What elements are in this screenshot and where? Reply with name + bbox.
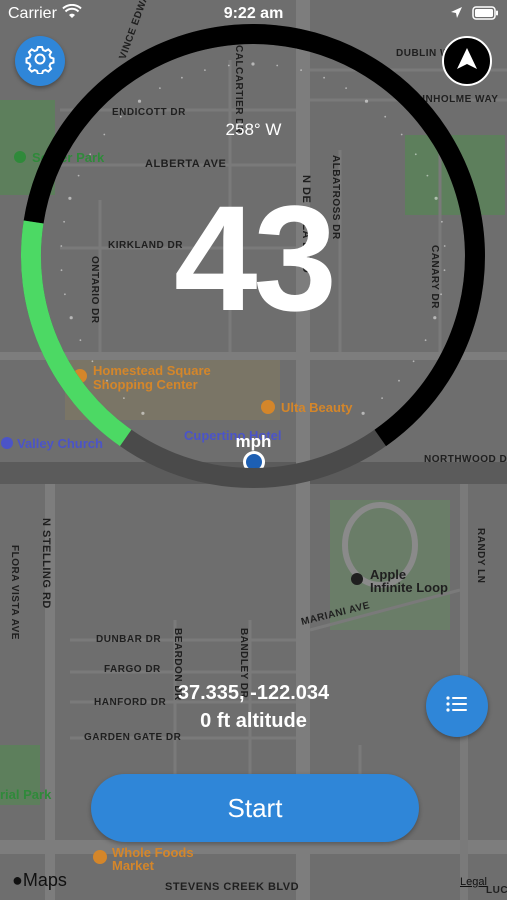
poi-label[interactable]: Market bbox=[112, 858, 155, 873]
speed-unit: mph bbox=[235, 432, 272, 451]
maps-label: Maps bbox=[22, 870, 67, 890]
navigation-arrow-icon bbox=[454, 46, 480, 77]
street-label: DUNBAR DR bbox=[96, 634, 161, 645]
list-icon bbox=[445, 694, 469, 719]
street-label: GARDEN GATE DR bbox=[84, 732, 182, 743]
legal-link[interactable]: Legal bbox=[460, 876, 487, 888]
maps-attribution: ●Maps bbox=[12, 870, 67, 891]
street-label: DUNHOLME WAY bbox=[410, 94, 498, 105]
apple-pin-icon[interactable] bbox=[351, 573, 363, 585]
speed-value: 43 bbox=[174, 174, 337, 342]
grocery-pin-icon[interactable] bbox=[93, 850, 107, 864]
poi-label[interactable]: Homestead Square bbox=[93, 363, 211, 378]
poi-label[interactable]: Ulta Beauty bbox=[281, 400, 353, 415]
street-label: ENDICOTT DR bbox=[112, 107, 186, 118]
heading-readout: 258° W bbox=[225, 120, 282, 139]
shopping-pin-icon[interactable] bbox=[73, 369, 87, 383]
user-location-dot bbox=[246, 454, 262, 470]
street-label: STEVENS CREEK BLVD bbox=[165, 881, 299, 893]
park-pin-icon[interactable] bbox=[14, 151, 26, 163]
gear-icon bbox=[25, 44, 55, 79]
street-label: FLORA VISTA AVE bbox=[9, 545, 20, 640]
location-arrow-icon bbox=[450, 6, 463, 24]
street-label: N STELLING RD bbox=[40, 518, 52, 609]
poi-label[interactable]: Somer Park bbox=[32, 150, 105, 165]
road bbox=[0, 840, 507, 854]
street-label: RANDY LN bbox=[475, 528, 486, 583]
clock: 9:22 am bbox=[223, 5, 284, 22]
poi-label[interactable]: Shopping Center bbox=[93, 377, 198, 392]
trip-list-button[interactable] bbox=[426, 675, 488, 737]
street-label: ALBERTA AVE bbox=[145, 158, 226, 170]
status-bar: Carrier 9:22 am bbox=[0, 0, 507, 28]
poi-label[interactable]: rial Park bbox=[0, 787, 52, 802]
street-label: FARGO DR bbox=[104, 664, 161, 675]
poi-label[interactable]: Infinite Loop bbox=[370, 580, 448, 595]
apple-logo-icon: ● bbox=[12, 870, 23, 890]
navigation-mode-button[interactable] bbox=[442, 36, 492, 86]
road bbox=[0, 352, 507, 360]
battery-icon bbox=[472, 6, 500, 25]
settings-button[interactable] bbox=[15, 36, 65, 86]
street-label: LUCILLE bbox=[486, 885, 507, 896]
street-label: NORTHWOOD DR bbox=[424, 454, 507, 465]
shopping-pin-icon[interactable] bbox=[261, 400, 275, 414]
start-button[interactable]: Start bbox=[91, 774, 419, 842]
